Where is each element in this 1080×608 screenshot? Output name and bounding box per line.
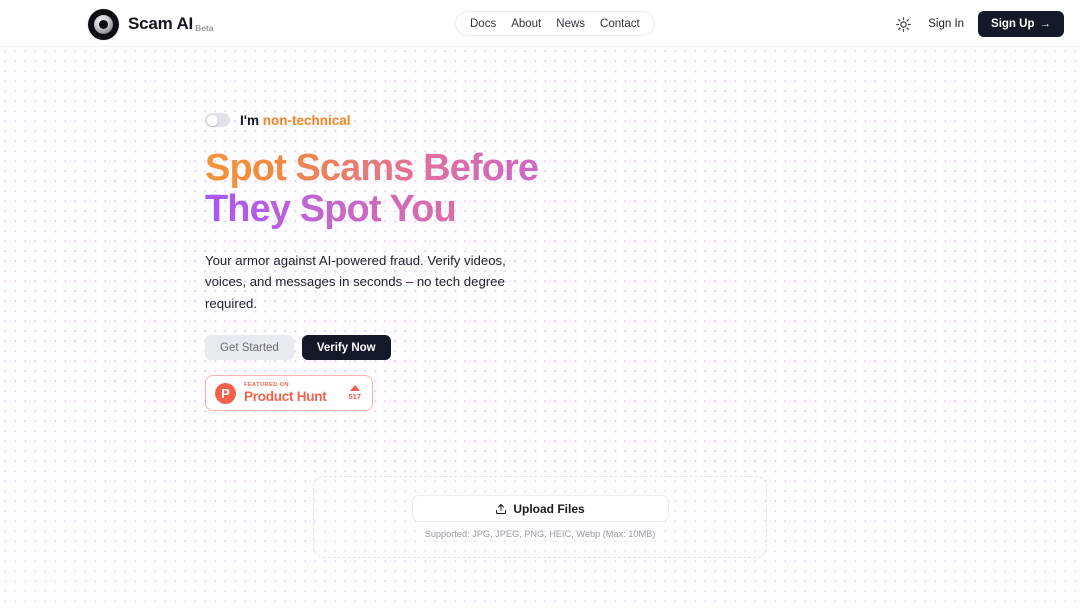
product-hunt-badge[interactable]: P FEATURED ON Product Hunt 517 bbox=[205, 375, 373, 412]
sign-in-link[interactable]: Sign In bbox=[928, 18, 964, 30]
upload-files-button[interactable]: Upload Files bbox=[411, 495, 669, 522]
product-hunt-text: FEATURED ON Product Hunt bbox=[244, 381, 340, 404]
beta-tag: Beta bbox=[195, 23, 214, 33]
toggle-label-accent: non-technical bbox=[262, 112, 351, 128]
brand-text: Scam AI Beta bbox=[128, 14, 214, 34]
verify-now-button[interactable]: Verify Now bbox=[301, 335, 391, 361]
eye-icon bbox=[88, 8, 119, 40]
get-started-button[interactable]: Get Started bbox=[205, 335, 294, 361]
nav-item-docs[interactable]: Docs bbox=[470, 18, 496, 30]
non-technical-toggle[interactable] bbox=[205, 113, 230, 127]
product-hunt-name: Product Hunt bbox=[244, 388, 327, 404]
eye-pupil bbox=[99, 19, 108, 29]
arrow-right-icon: → bbox=[1039, 18, 1052, 30]
brand-logo[interactable]: Scam AI Beta bbox=[88, 8, 214, 40]
headline-line-1: Spot Scams Before bbox=[205, 147, 765, 189]
hero-section: I'm non-technical Spot Scams Before They… bbox=[205, 110, 765, 412]
cta-row: Get Started Verify Now bbox=[205, 335, 765, 361]
primary-nav: Docs About News Contact bbox=[455, 11, 655, 36]
toggle-knob bbox=[206, 114, 218, 126]
product-hunt-featured-label: FEATURED ON bbox=[244, 381, 289, 388]
upload-icon bbox=[496, 503, 507, 514]
product-hunt-vote-count: 517 bbox=[348, 392, 361, 402]
sign-up-label: Sign Up bbox=[991, 18, 1035, 30]
sign-up-button[interactable]: Sign Up → bbox=[978, 11, 1064, 37]
toggle-label: I'm non-technical bbox=[240, 113, 351, 128]
technical-toggle-row: I'm non-technical bbox=[205, 110, 765, 130]
page-title: Spot Scams Before They Spot You bbox=[205, 147, 765, 230]
nav-item-contact[interactable]: Contact bbox=[600, 18, 640, 30]
file-dropzone[interactable]: Upload Files Supported: JPG, JPEG, PNG, … bbox=[313, 476, 767, 558]
hero-subcopy: Your armor against AI-powered fraud. Ver… bbox=[205, 253, 506, 311]
sun-icon[interactable] bbox=[892, 13, 914, 35]
product-hunt-votes: 517 bbox=[348, 385, 363, 401]
toggle-label-prefix: I'm bbox=[240, 112, 259, 128]
eye-iris bbox=[94, 14, 113, 34]
nav-item-news[interactable]: News bbox=[556, 18, 585, 30]
upload-files-label: Upload Files bbox=[513, 501, 585, 516]
nav-item-about[interactable]: About bbox=[511, 18, 541, 30]
site-header: Scam AI Beta Docs About News Contact Sig… bbox=[0, 0, 1080, 47]
triangle-up-icon bbox=[349, 385, 360, 392]
headline-line-2: They Spot You bbox=[205, 188, 765, 230]
product-hunt-icon: P bbox=[215, 382, 236, 404]
header-actions: Sign In Sign Up → bbox=[892, 8, 1064, 40]
brand-name: Scam AI bbox=[128, 14, 194, 33]
upload-supported-formats: Supported: JPG, JPEG, PNG, HEIC, Webp (M… bbox=[424, 529, 656, 539]
landing-page: Scam AI Beta Docs About News Contact Sig… bbox=[0, 0, 1080, 608]
